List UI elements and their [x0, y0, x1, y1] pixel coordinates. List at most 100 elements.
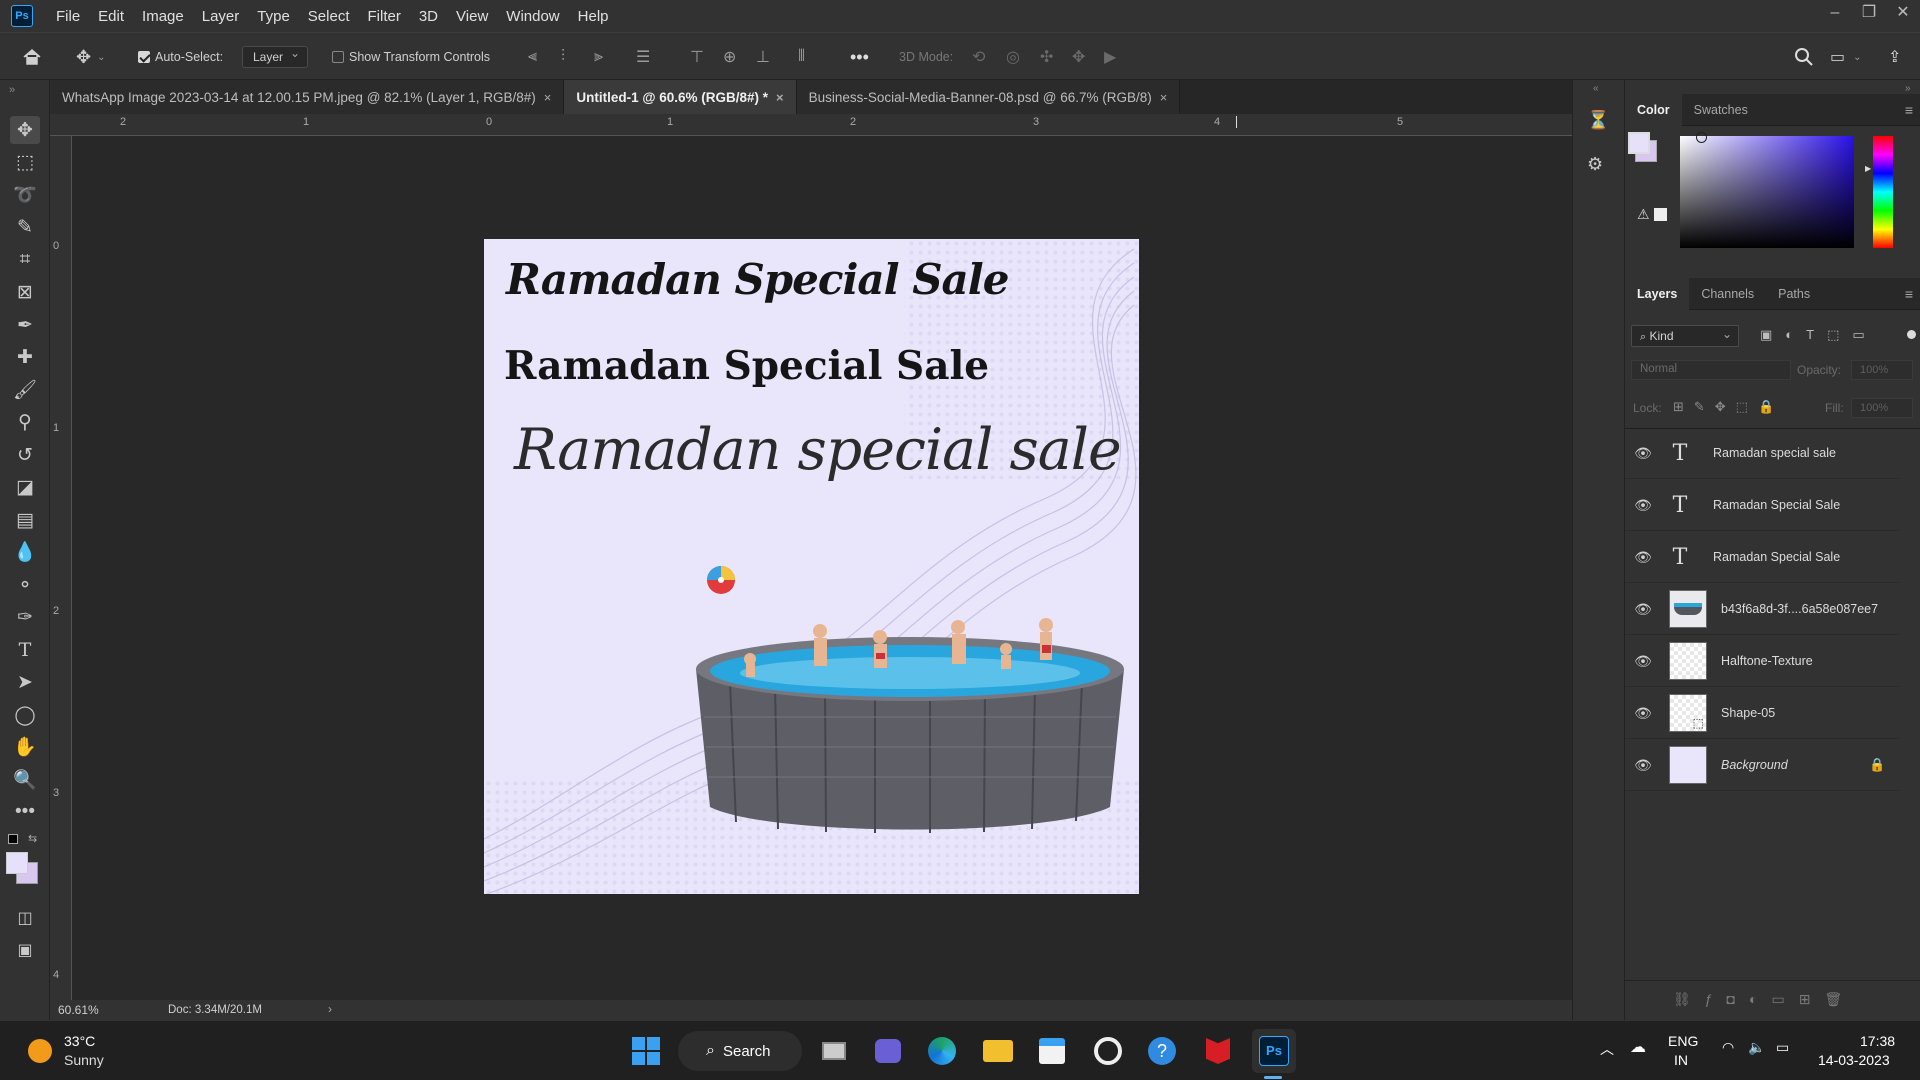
close-tab-icon[interactable]: × — [1160, 90, 1168, 105]
visibility-eye-icon[interactable]: 👁 — [1625, 601, 1661, 618]
wifi-icon[interactable]: ◠ — [1722, 1039, 1734, 1056]
foreground-color-swatch[interactable] — [6, 852, 28, 874]
restore-icon[interactable]: ❐ — [1852, 0, 1886, 28]
zoom-tool-icon[interactable]: 🔍 — [10, 766, 40, 794]
tab-swatches[interactable]: Swatches — [1682, 94, 1760, 126]
teams-chat-icon[interactable] — [866, 1029, 910, 1073]
marquee-tool-icon[interactable]: ⬚ — [10, 148, 40, 176]
color-picker-marker[interactable] — [1696, 132, 1707, 143]
align-left-icon[interactable]: ⫷ — [528, 33, 537, 81]
3d-slide-icon[interactable]: ✥ — [1072, 33, 1085, 81]
workspace-icon[interactable]: ▭ ⌄ — [1830, 33, 1862, 81]
pen-tool-icon[interactable]: ✑ — [10, 603, 40, 631]
tab-channels[interactable]: Channels — [1689, 278, 1766, 310]
3d-camera-icon[interactable]: ▶ — [1104, 33, 1116, 81]
lock-icon[interactable]: 🔒 — [1869, 757, 1885, 773]
close-tab-icon[interactable]: × — [776, 90, 784, 105]
gradient-tool-icon[interactable]: ▤ — [10, 506, 40, 534]
healing-brush-tool-icon[interactable]: ✚ — [10, 343, 40, 371]
close-icon[interactable]: ✕ — [1886, 0, 1920, 28]
minimize-icon[interactable]: – — [1818, 0, 1852, 28]
swap-colors-icon[interactable]: ⇆ — [28, 832, 37, 845]
app-circle-icon[interactable] — [1086, 1029, 1130, 1073]
history-panel-icon[interactable]: ⏳ — [1587, 110, 1611, 136]
menu-edit[interactable]: Edit — [89, 8, 133, 25]
task-view-icon[interactable] — [812, 1029, 856, 1073]
search-icon[interactable] — [1794, 33, 1814, 81]
tab-business-banner[interactable]: Business-Social-Media-Banner-08.psd @ 66… — [796, 80, 1181, 114]
file-explorer-icon[interactable] — [976, 1029, 1020, 1073]
blur-tool-icon[interactable]: 💧 — [10, 538, 40, 566]
layer-row[interactable]: 👁 T Ramadan special sale — [1625, 428, 1899, 479]
battery-icon[interactable]: ▭ — [1776, 1039, 1789, 1056]
close-tab-icon[interactable]: × — [544, 90, 552, 105]
clock-time[interactable]: 17:38 — [1860, 1033, 1895, 1049]
start-button[interactable] — [624, 1029, 668, 1073]
distribute-icon[interactable]: ☰ — [636, 33, 650, 81]
auto-select-dropdown[interactable]: Layer — [242, 46, 309, 68]
home-icon[interactable] — [22, 33, 42, 81]
clock-date[interactable]: 14-03-2023 — [1818, 1052, 1890, 1068]
3d-orbit-icon[interactable]: ⟲ — [972, 33, 985, 81]
visibility-eye-icon[interactable]: 👁 — [1625, 705, 1661, 722]
frame-tool-icon[interactable]: ⊠ — [10, 278, 40, 306]
search-box[interactable]: ⌕ Search — [678, 1031, 802, 1071]
align-top-icon[interactable]: ⊤ — [690, 33, 704, 81]
lasso-tool-icon[interactable]: ➰ — [10, 181, 40, 209]
menu-file[interactable]: File — [47, 8, 89, 25]
blend-mode-dropdown[interactable]: Normal — [1631, 360, 1791, 380]
web-safe-swatch[interactable] — [1654, 208, 1667, 221]
menu-image[interactable]: Image — [133, 8, 193, 25]
status-arrow-icon[interactable]: › — [328, 1002, 332, 1016]
quick-selection-tool-icon[interactable]: ✎ — [10, 213, 40, 241]
panel-menu-icon[interactable]: ≡ — [1905, 286, 1913, 302]
layer-row[interactable]: 👁 ⬚ Shape-05 — [1625, 688, 1899, 739]
layer-filter-dropdown[interactable]: ⌕ Kind ⌄ — [1631, 325, 1739, 347]
show-transform-checkbox[interactable]: Show Transform Controls — [332, 33, 490, 81]
layer-row[interactable]: 👁 T Ramadan Special Sale — [1625, 480, 1899, 531]
menu-layer[interactable]: Layer — [193, 8, 249, 25]
tab-paths[interactable]: Paths — [1766, 278, 1822, 310]
language-label[interactable]: ENG — [1668, 1033, 1698, 1049]
weather-desc[interactable]: Sunny — [64, 1052, 104, 1068]
region-label[interactable]: IN — [1674, 1052, 1688, 1068]
hand-tool-icon[interactable]: ✋ — [10, 733, 40, 761]
menu-view[interactable]: View — [447, 8, 497, 25]
layer-row[interactable]: 👁 Background 🔒 — [1625, 740, 1899, 791]
edit-toolbar-icon[interactable]: ••• — [10, 798, 40, 826]
eyedropper-tool-icon[interactable]: ✒ — [10, 311, 40, 339]
menu-3d[interactable]: 3D — [410, 8, 447, 25]
menu-select[interactable]: Select — [299, 8, 359, 25]
tab-untitled-1[interactable]: Untitled-1 @ 60.6% (RGB/8#) * × — [564, 80, 797, 114]
color-fg-swatch[interactable] — [1628, 132, 1650, 154]
align-middle-icon[interactable]: ⊕ — [723, 33, 736, 81]
eraser-tool-icon[interactable]: ◪ — [10, 473, 40, 501]
align-center-icon[interactable]: ⫶ — [561, 33, 565, 81]
clone-stamp-tool-icon[interactable]: ⚲ — [10, 408, 40, 436]
onedrive-icon[interactable]: ☁ — [1630, 1037, 1646, 1057]
menu-window[interactable]: Window — [497, 8, 568, 25]
layer-row[interactable]: 👁 b43f6a8d-3f....6a58e087ee7 — [1625, 584, 1899, 635]
layer-filter-icons[interactable]: ▣◐T⬚▭ — [1760, 327, 1878, 343]
menu-type[interactable]: Type — [248, 8, 299, 25]
crop-tool-icon[interactable]: ⌗ — [10, 246, 40, 274]
filter-toggle-icon[interactable] — [1907, 330, 1916, 339]
visibility-eye-icon[interactable]: 👁 — [1625, 757, 1661, 774]
quick-mask-icon[interactable]: ◫ — [10, 904, 40, 932]
visibility-eye-icon[interactable]: 👁 — [1625, 549, 1661, 566]
move-tool-icon[interactable]: ✥ — [10, 116, 40, 144]
collapse-toolbar-icon[interactable]: » — [0, 84, 24, 96]
dodge-tool-icon[interactable]: ⚬ — [10, 571, 40, 599]
hue-slider[interactable] — [1873, 136, 1893, 248]
document-canvas[interactable]: Ramadan Special Sale Ramadan Special Sal… — [484, 239, 1139, 894]
align-right-icon[interactable]: ⫸ — [594, 33, 603, 81]
help-app-icon[interactable]: ? — [1140, 1029, 1184, 1073]
tab-color[interactable]: Color — [1625, 93, 1682, 126]
tab-layers[interactable]: Layers — [1625, 277, 1690, 310]
chevron-up-icon[interactable]: ︿ — [1600, 1039, 1614, 1059]
menu-filter[interactable]: Filter — [359, 8, 410, 25]
volume-icon[interactable]: 🔈 — [1748, 1039, 1765, 1056]
screen-mode-icon[interactable]: ▣ — [10, 936, 40, 964]
lock-icons[interactable]: ⊞✎✥⬚🔒 — [1673, 399, 1784, 415]
share-icon[interactable]: ⇪ — [1888, 33, 1901, 81]
